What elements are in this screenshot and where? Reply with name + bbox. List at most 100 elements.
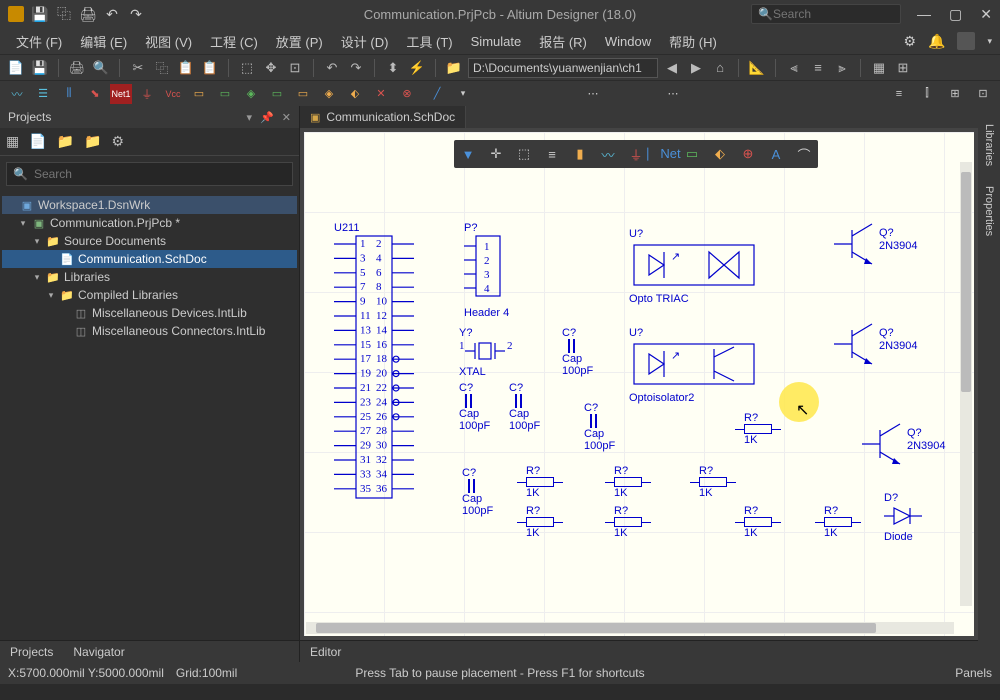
panel-close-icon[interactable]: ✕ (282, 111, 291, 124)
signal-harness-icon[interactable]: ⫼ (58, 84, 80, 104)
select-icon[interactable]: ⬚ (237, 58, 257, 78)
wire-icon[interactable]: 〰 (6, 84, 28, 104)
space-icon[interactable]: ⊡ (972, 84, 994, 104)
component-res[interactable]: R?1K (614, 465, 642, 499)
tab-properties[interactable]: Properties (981, 178, 997, 244)
paste-icon[interactable]: 📋 (176, 58, 196, 78)
panel-pin-icon[interactable]: 📌 (260, 111, 274, 124)
browse-icon[interactable]: 📁 (444, 58, 464, 78)
tree-lib2[interactable]: ◫Miscellaneous Connectors.IntLib (2, 322, 297, 340)
paste-special-icon[interactable]: 📋 (200, 58, 220, 78)
tree-lib1[interactable]: ◫Miscellaneous Devices.IntLib (2, 304, 297, 322)
panel-dropdown-icon[interactable]: ▾ (247, 111, 253, 124)
new-icon[interactable]: 📄 (6, 58, 26, 78)
save-all-icon[interactable]: ⿻ (56, 6, 72, 22)
menu-design[interactable]: 设计 (D) (333, 29, 397, 54)
menu-simulate[interactable]: Simulate (463, 31, 530, 52)
crosshair-icon[interactable]: ✛ (486, 144, 506, 164)
sheet-entry-icon[interactable]: ◈ (240, 84, 262, 104)
more2-icon[interactable]: ⋯ (662, 84, 684, 104)
tab-libraries[interactable]: Libraries (981, 116, 997, 174)
net-label-icon[interactable]: Net1 (110, 84, 132, 104)
more-icon[interactable]: ⋯ (582, 84, 604, 104)
port-icon[interactable]: ⬖ (344, 84, 366, 104)
dropdown-icon[interactable]: ▾ (452, 84, 474, 104)
menu-view[interactable]: 视图 (V) (137, 29, 200, 54)
component-cap[interactable]: C? Cap 100pF (509, 382, 540, 432)
component-header[interactable]: P? 1 2 3 4 Header 4 (464, 222, 514, 319)
hierarchy-icon[interactable]: ⬍ (383, 58, 403, 78)
tree-libraries[interactable]: ▾📁Libraries (2, 268, 297, 286)
nav-fwd-icon[interactable]: ▶ (686, 58, 706, 78)
vertical-scrollbar[interactable] (960, 162, 972, 606)
menu-place[interactable]: 放置 (P) (268, 29, 331, 54)
component-optoisolator[interactable]: U? ↗ Optoisolator2 (629, 327, 759, 404)
print-icon[interactable]: 🖨 (67, 58, 87, 78)
schematic-canvas[interactable]: ▼ ✛ ⬚ ≡ ▮ 〰 ⏚ ⎸Net ▭ ⬖ ⊕ A ⌒ U211 (304, 132, 974, 636)
panel-search[interactable]: 🔍 (6, 162, 293, 186)
user-icon[interactable] (957, 32, 975, 50)
component-res[interactable]: R?1K (614, 505, 642, 539)
compile-icon[interactable]: ▦ (6, 133, 19, 150)
part-icon[interactable]: ▭ (188, 84, 210, 104)
align-left-icon[interactable]: ⫷ (784, 58, 804, 78)
preview-icon[interactable]: 🔍 (91, 58, 111, 78)
settings-icon[interactable]: ⚙ (903, 33, 916, 50)
component-cap[interactable]: C? Cap 100pF (462, 467, 493, 517)
menu-window[interactable]: Window (597, 31, 659, 52)
notification-icon[interactable]: 🔔 (928, 33, 945, 50)
snap-icon[interactable]: ⊞ (893, 58, 913, 78)
power-port-icon[interactable]: ⏚ (136, 84, 158, 104)
text-icon[interactable]: A (766, 144, 786, 164)
nav-back-icon[interactable]: ◀ (662, 58, 682, 78)
sheet-symbol-icon[interactable]: ▭ (214, 84, 236, 104)
menu-reports[interactable]: 报告 (R) (531, 29, 595, 54)
component-xtal[interactable]: Y? 1 2 XTAL (459, 327, 514, 378)
wire-icon[interactable]: 〰 (598, 144, 618, 164)
line-icon[interactable]: ╱ (426, 84, 448, 104)
bus-icon[interactable]: ☰ (32, 84, 54, 104)
component-res[interactable]: R?1K (526, 505, 554, 539)
copy-icon[interactable]: ⿻ (152, 58, 172, 78)
editor-tab[interactable]: ▣ Communication.SchDoc (300, 106, 466, 128)
footer-tab-projects[interactable]: Projects (0, 643, 63, 661)
editor-footer-tab[interactable]: Editor (300, 643, 351, 661)
component-transistor[interactable]: Q? 2N3904 (834, 222, 884, 270)
undo-icon[interactable]: ↶ (322, 58, 342, 78)
panels-button[interactable]: Panels (955, 666, 992, 680)
undo-icon[interactable]: ↶ (104, 6, 120, 22)
align-h-icon[interactable]: ≡ (888, 84, 910, 104)
vcc-icon[interactable]: Vcc (162, 84, 184, 104)
cross-probe-icon[interactable]: ⚡ (407, 58, 427, 78)
horizontal-scrollbar[interactable] (306, 622, 954, 634)
menu-tools[interactable]: 工具 (T) (398, 29, 460, 54)
component-res[interactable]: R?1K (824, 505, 852, 539)
redo-icon[interactable]: ↷ (128, 6, 144, 22)
dropdown-icon[interactable]: ▾ (987, 36, 992, 47)
component-cap[interactable]: C? Cap 100pF (584, 402, 615, 452)
align-right-icon[interactable]: ⫸ (832, 58, 852, 78)
folder-icon[interactable]: 📁 (57, 133, 74, 150)
component-cap[interactable]: C? Cap 100pF (562, 327, 593, 377)
component-opto-triac[interactable]: U? ↗ Opto TRIAC (629, 228, 759, 305)
bus-entry-icon[interactable]: ⬊ (84, 84, 106, 104)
align-icon[interactable]: ≡ (542, 144, 562, 164)
grid-icon[interactable]: ▦ (869, 58, 889, 78)
save-icon[interactable]: 💾 (30, 58, 50, 78)
folder2-icon[interactable]: 📁 (84, 133, 101, 150)
cut-icon[interactable]: ✂ (128, 58, 148, 78)
no-erc-icon[interactable]: ✕ (370, 84, 392, 104)
component-res[interactable]: R?1K (744, 505, 772, 539)
align-center-icon[interactable]: ≡ (808, 58, 828, 78)
sheet-icon[interactable]: ▭ (682, 144, 702, 164)
generic-no-erc-icon[interactable]: ⊗ (396, 84, 418, 104)
tree-project[interactable]: ▾▣Communication.PrjPcb * (2, 214, 297, 232)
path-display[interactable]: D:\Documents\yuanwenjian\ch1 (468, 58, 658, 78)
component-transistor[interactable]: Q? 2N3904 (834, 322, 884, 370)
close-icon[interactable]: ✕ (980, 6, 992, 23)
component-transistor[interactable]: Q? 2N3904 (862, 422, 912, 470)
probe-icon[interactable]: ⊕ (738, 144, 758, 164)
component-res[interactable]: R?1K (744, 412, 772, 446)
menu-help[interactable]: 帮助 (H) (661, 29, 725, 54)
part-icon[interactable]: ▮ (570, 144, 590, 164)
